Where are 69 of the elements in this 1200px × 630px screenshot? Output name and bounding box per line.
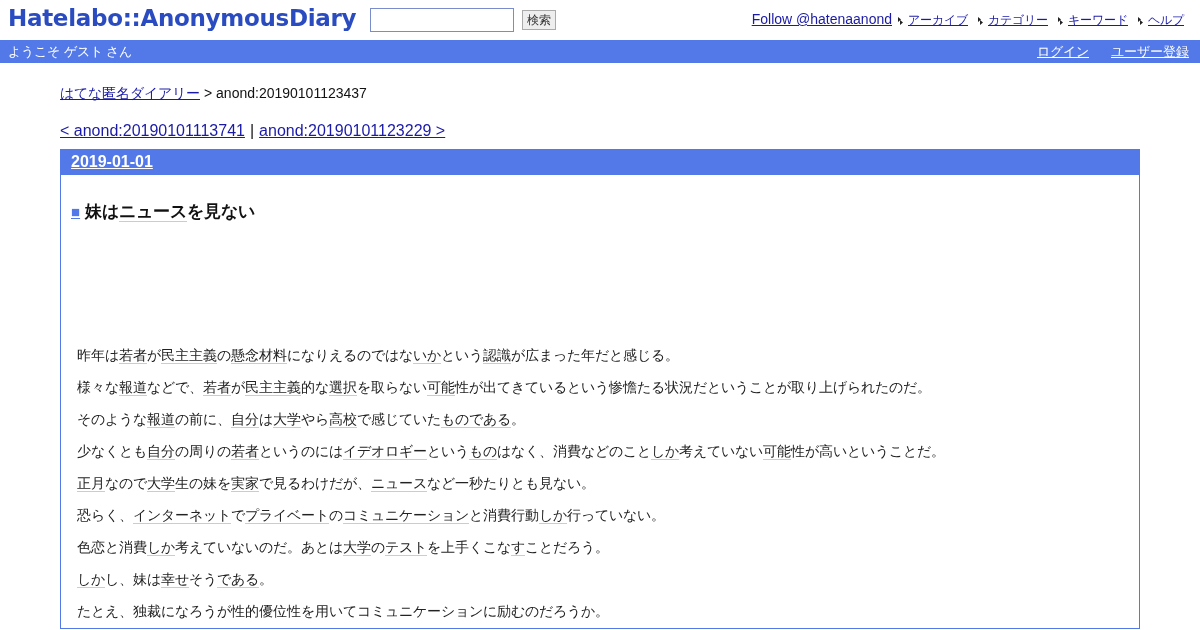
arrow-icon [898,16,904,26]
keyword-link[interactable]: 大学 [343,539,371,556]
keyword-link[interactable]: しか [77,571,105,588]
paragraph: 恐らく、インターネット でプライベートのコミュニケーション と消費行動 しか行っていない。 [77,506,666,525]
paragraph: 少なくとも 自分の周りの若者というのにはイデオロギー という ものはなく、消費などのこと しか考えていない可能性が高いということだ。 [77,442,946,461]
arrow-icon [1138,16,1144,26]
keyword-link[interactable]: 正月 [77,475,105,492]
keyword-link[interactable]: 幸せ [161,571,189,588]
keyword-link[interactable]: 高校 [329,411,357,428]
keyword-link[interactable]: コミュニケーション [343,507,469,524]
next-link[interactable]: anond:20190101123229 > [259,122,446,140]
nav-link[interactable]: キーワード [1068,12,1128,29]
welcome-text: ようこそ ゲスト さん [8,42,133,61]
keyword-link[interactable]: 選択 [329,379,357,396]
keyword-link[interactable]: 自分 [231,411,259,428]
paragraph: たとえ、独裁になろうが性的優位性を用いてコミュニケーションに励むのだろうか。 [77,602,610,621]
keyword-link[interactable]: 大学 [147,475,175,492]
keyword-link[interactable]: 報道 [119,379,147,396]
search-field[interactable] [370,8,515,32]
keyword-link[interactable]: 認識 [483,347,511,364]
keyword-link[interactable]: しか [539,507,567,524]
paragraph: 昨年は若者が民主主義の懸念材料になりえるのではないかという認識が広まった年だと感じる。 [77,346,680,365]
keyword-link[interactable]: しか [651,443,679,460]
keyword-link[interactable]: ニュース [371,475,427,492]
paragraph: しかし、妹は幸せそう である。 [77,570,274,589]
site-logo[interactable]: Hatelabo::AnonymousDiary [8,5,357,31]
search-button[interactable]: 検索 [522,10,557,30]
keyword-link[interactable]: ものである [441,411,511,428]
keyword-link[interactable]: もの [469,443,497,460]
prev-link[interactable]: < anond:20190101113741 [60,122,245,140]
keyword-link[interactable]: 実家 [231,475,259,492]
pager-separator: | [249,122,255,140]
home-link[interactable]: はてな匿名ダイアリー [60,85,200,103]
entry-title: 妹はニュースを見ない [85,201,256,223]
keyword-link[interactable]: インターネット [133,507,231,524]
keyword-link[interactable]: 若者 [231,443,259,460]
arrow-icon [978,16,984,26]
keyword-link[interactable]: プライベート [245,507,329,524]
keyword-link[interactable]: しか [147,539,175,556]
keyword-link[interactable]: 若者 [203,379,231,396]
keyword-link[interactable]: 自分 [147,443,175,460]
keyword-link[interactable]: 若者 [119,347,147,364]
nav-link[interactable]: アーカイブ [908,12,968,29]
nav-link[interactable]: ヘルプ [1148,12,1184,29]
keyword-link[interactable]: である [217,571,259,588]
keyword-link[interactable]: 懸念材料 [231,347,287,364]
keyword-link[interactable]: 報道 [147,411,175,428]
keyword-link[interactable]: 可能 [763,443,791,460]
user-link[interactable]: ログイン [1037,42,1089,61]
paragraph: 色恋と消費しか考えていないのだ。あとは大学のテスト を上手くこなす ことだろう。 [77,538,610,557]
keyword-link[interactable]: イデオロギー [343,443,427,460]
date-link[interactable]: 2019-01-01 [71,153,153,171]
follow-link[interactable]: Follow @hatenaanond [751,11,892,27]
keyword-link[interactable]: ニュース [119,202,188,222]
keyword-link[interactable]: いか [413,347,441,364]
breadcrumb-current: > anond:20190101123437 [204,85,367,103]
paragraph: 正月 なので大学生の妹を実家で見るわけだが、ニュース など一秒たりとも見ない。 [77,474,596,493]
keyword-link[interactable]: 民主主義 [161,347,217,364]
user-link[interactable]: ユーザー登録 [1111,42,1189,61]
paragraph: そのような報道の前に、自分は大学やら高校で感じていた ものである。 [77,410,526,429]
keyword-link[interactable]: 可能 [427,379,455,396]
keyword-link[interactable]: テスト [385,539,427,556]
paragraph: 様々な報道などで、若者が民主主義的な選択を取らない可能性が出てきているという惨憺たる状況だということが取り上げられたのだ。 [77,378,932,397]
keyword-link[interactable]: す [511,539,525,556]
keyword-link[interactable]: 大学 [273,411,301,428]
keyword-link[interactable]: 民主主義 [245,379,301,396]
nav-link[interactable]: カテゴリー [988,12,1048,29]
arrow-icon [1058,16,1064,26]
permalink-mark[interactable]: ■ [71,203,81,220]
